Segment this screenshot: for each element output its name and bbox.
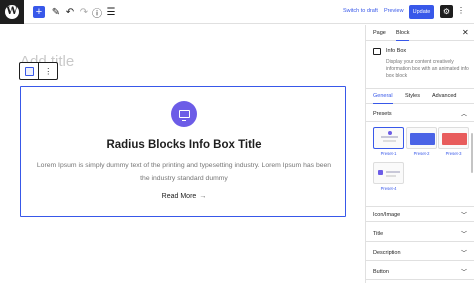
options-menu-button[interactable]: ⋮ — [457, 6, 465, 15]
preset-1[interactable]: Preset-1 — [373, 127, 404, 156]
block-toolbar: ⋮ — [19, 62, 58, 80]
chevron-up-icon: ︿ — [461, 112, 468, 118]
panel-label: Button — [373, 269, 389, 275]
preview-button[interactable]: Preview — [384, 8, 404, 14]
description-panel-header[interactable]: Description ﹀ — [366, 245, 474, 261]
button-panel-header[interactable]: Button ﹀ — [366, 264, 474, 280]
info-box-description[interactable]: Lorem Ipsum is simply dummy text of the … — [35, 159, 333, 185]
chevron-down-icon: ﹀ — [461, 270, 468, 276]
tab-general[interactable]: General — [373, 93, 393, 104]
title-panel-header[interactable]: Title ﹀ — [366, 226, 474, 242]
list-view-icon: ☰ — [106, 6, 116, 18]
block-description: Display your content creatively informat… — [386, 59, 469, 79]
redo-icon: ↷ — [79, 6, 89, 18]
more-vertical-icon: ⋮ — [457, 6, 465, 15]
panel-label: Title — [373, 231, 384, 237]
preset-4[interactable]: Preset-4 — [373, 162, 404, 191]
read-more-label: Read More — [161, 193, 197, 200]
preset-2[interactable]: Preset-2 — [406, 127, 437, 156]
info-box-icon — [373, 48, 381, 55]
update-button[interactable]: Update — [409, 5, 434, 19]
gear-icon: ⚙ — [442, 7, 451, 16]
settings-button[interactable]: ⚙ — [440, 5, 453, 18]
undo-icon: ↶ — [65, 6, 75, 18]
preset-label: Preset-4 — [380, 186, 397, 191]
chevron-down-icon: ﹀ — [461, 251, 468, 257]
tab-advanced[interactable]: Advanced — [432, 93, 456, 99]
info-icon: ⓘ — [92, 8, 102, 20]
preset-thumbnail — [373, 162, 404, 184]
block-options-button[interactable]: ⋮ — [38, 63, 57, 79]
block-name: Info Box — [386, 48, 407, 54]
icon-image-panel-header[interactable]: Icon/Image ﹀ — [366, 206, 474, 222]
chevron-down-icon: ﹀ — [461, 213, 468, 219]
close-icon[interactable]: ✕ — [462, 28, 469, 37]
preset-thumbnail — [373, 127, 404, 149]
tab-styles[interactable]: Styles — [405, 93, 420, 99]
preset-label: Preset-3 — [445, 151, 462, 156]
info-box-block[interactable]: Radius Blocks Info Box Title Lorem Ipsum… — [20, 86, 346, 217]
pencil-icon: ✎ — [51, 6, 61, 18]
arrow-right-icon: → — [199, 193, 207, 200]
redo-button[interactable]: ↷ — [78, 4, 90, 20]
presets-panel-header[interactable]: Presets ︿ — [366, 106, 474, 122]
preset-label: Preset-1 — [380, 151, 397, 156]
info-box-icon — [24, 66, 34, 76]
panel-label: Icon/Image — [373, 212, 401, 218]
info-box-icon-circle — [171, 101, 197, 127]
preset-label: Preset-2 — [413, 151, 430, 156]
inspector-tabs: General Styles Advanced — [366, 88, 474, 104]
preset-3[interactable]: Preset-3 — [438, 127, 469, 156]
top-toolbar: W + ✎ ↶ ↷ ⓘ ☰ Switch to draft Preview Up… — [0, 0, 474, 24]
tab-page[interactable]: Page — [373, 30, 386, 36]
monitor-icon — [178, 110, 190, 121]
info-box-title[interactable]: Radius Blocks Info Box Title — [21, 139, 347, 151]
tab-block[interactable]: Block — [396, 30, 410, 41]
wordpress-icon: W — [5, 5, 19, 19]
panel-label: Description — [373, 250, 401, 256]
plus-icon: + — [35, 6, 43, 18]
presets-label: Presets — [373, 111, 392, 117]
block-type-button[interactable] — [20, 63, 38, 79]
undo-button[interactable]: ↶ — [64, 4, 76, 20]
tools-button[interactable]: ✎ — [50, 4, 62, 20]
preset-thumbnail — [438, 127, 469, 149]
switch-to-draft-button[interactable]: Switch to draft — [343, 8, 378, 14]
details-button[interactable]: ⓘ — [91, 4, 103, 20]
add-block-button[interactable]: + — [33, 6, 45, 18]
preset-thumbnail — [406, 127, 437, 149]
wordpress-logo-button[interactable]: W — [0, 0, 24, 24]
chevron-down-icon: ﹀ — [461, 232, 468, 238]
read-more-link[interactable]: Read More → — [21, 193, 347, 200]
sidebar-tabs: Page Block ✕ — [366, 25, 474, 41]
sidebar-scrollbar[interactable] — [471, 133, 473, 173]
settings-sidebar: Page Block ✕ Info Box Display your conte… — [365, 25, 474, 283]
editor-canvas: Add title ⋮ Radius Blocks Info Box Title… — [0, 25, 365, 283]
more-vertical-icon: ⋮ — [44, 66, 53, 76]
list-view-button[interactable]: ☰ — [105, 4, 117, 20]
